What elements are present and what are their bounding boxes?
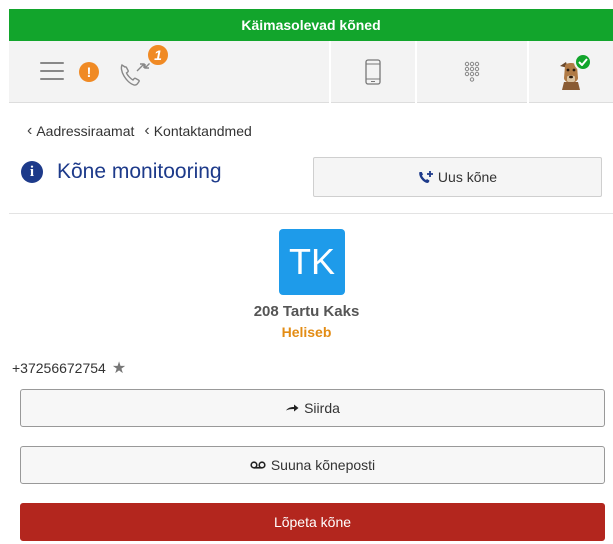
- transfer-button[interactable]: Siirda: [20, 389, 605, 427]
- online-status-check-icon: [574, 53, 592, 71]
- breadcrumb-address-book[interactable]: ‹ Aadressiraamat: [27, 122, 134, 140]
- menu-icon[interactable]: [40, 62, 64, 80]
- calls-count-badge: 1: [146, 43, 170, 67]
- hangup-button[interactable]: Lõpeta kõne: [20, 503, 605, 541]
- hangup-label: Lõpeta kõne: [273, 514, 352, 530]
- top-toolbar: ! 1: [9, 41, 613, 103]
- phone-plus-icon: [419, 171, 433, 183]
- ongoing-calls-banner[interactable]: Käimasolevad kõned: [9, 9, 613, 41]
- voicemail-icon: [250, 461, 266, 469]
- dialpad-button[interactable]: [417, 41, 527, 103]
- breadcrumb-label: Aadressiraamat: [36, 123, 135, 139]
- contact-name: 208 Tartu Kaks: [253, 303, 360, 320]
- voicemail-label: Suuna kõneposti: [270, 457, 376, 473]
- transfer-arrow-icon: [285, 404, 299, 412]
- favorite-star-icon[interactable]: ★: [112, 358, 126, 378]
- dialpad-icon: [464, 61, 480, 82]
- banner-text: Käimasolevad kõned: [241, 17, 381, 33]
- new-call-label: Uus kõne: [437, 169, 498, 185]
- page-title-text: Kõne monitooring: [57, 160, 222, 183]
- mobile-phone-button[interactable]: [331, 41, 415, 103]
- phone-number-text: +37256672754: [12, 360, 106, 376]
- section-divider: [9, 213, 613, 214]
- warning-icon[interactable]: !: [79, 62, 99, 82]
- new-call-button[interactable]: Uus kõne: [313, 157, 602, 197]
- breadcrumb-contact-details[interactable]: ‹ Kontaktandmed: [144, 122, 251, 140]
- page-title: i Kõne monitooring: [21, 160, 222, 184]
- chevron-left-icon: ‹: [144, 122, 150, 139]
- transfer-label: Siirda: [304, 400, 340, 416]
- breadcrumb-label: Kontaktandmed: [153, 123, 252, 139]
- toolbar-divider: [527, 41, 529, 103]
- chevron-left-icon: ‹: [27, 122, 33, 139]
- call-status: Heliseb: [281, 324, 332, 340]
- voicemail-button[interactable]: Suuna kõneposti: [20, 446, 605, 484]
- breadcrumb: ‹ Aadressiraamat ‹ Kontaktandmed: [27, 122, 262, 140]
- contact-avatar: TK: [279, 229, 345, 295]
- info-icon[interactable]: i: [21, 161, 43, 183]
- contact-phone-number: +37256672754 ★: [12, 358, 126, 378]
- mobile-phone-icon: [365, 59, 381, 85]
- active-calls-icon[interactable]: [116, 57, 152, 89]
